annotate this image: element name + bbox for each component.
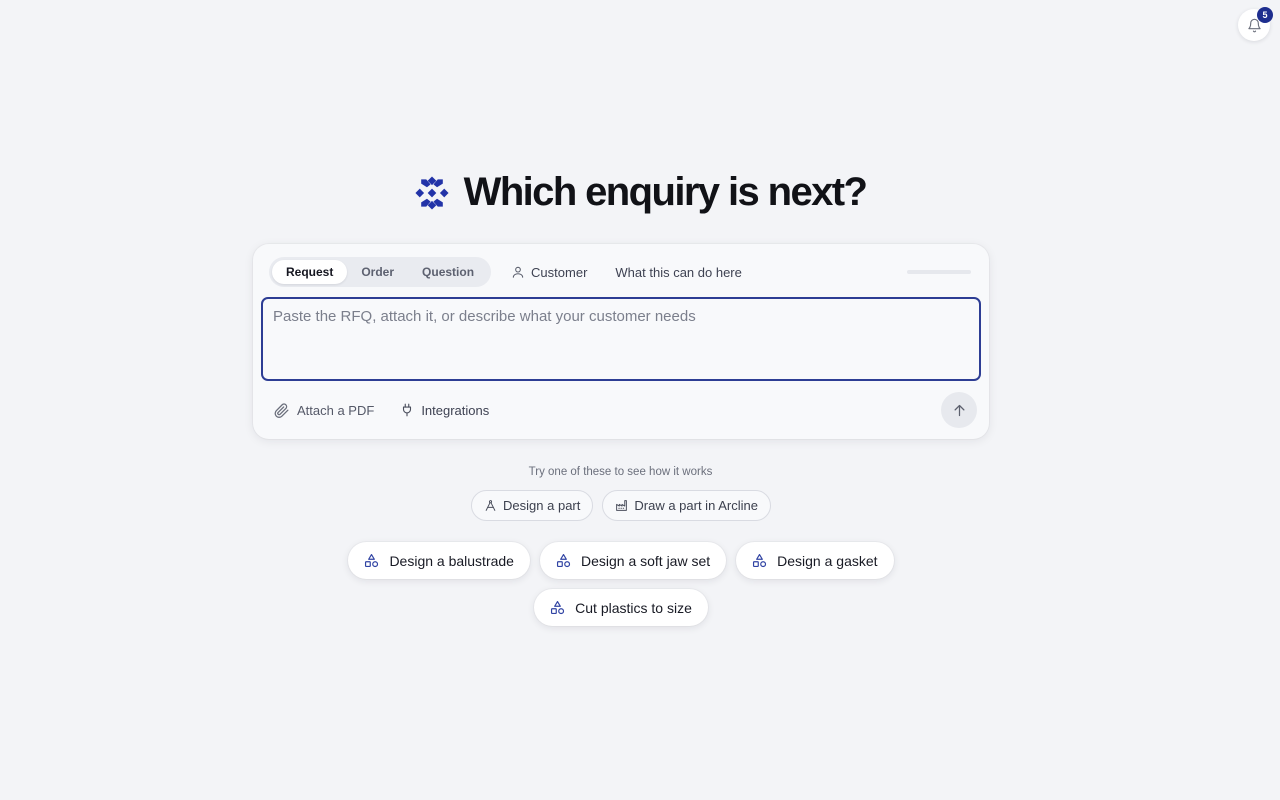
design-part-label: Design a part [503,498,581,513]
user-icon [512,266,524,278]
tab-order[interactable]: Order [347,260,408,284]
notification-count-badge: 5 [1257,7,1273,23]
integrations-button[interactable]: Integrations [400,403,489,418]
example-cut-plastics[interactable]: Cut plastics to size [534,589,708,626]
enquiry-input-placeholder: Paste the RFQ, attach it, or describe wh… [273,308,696,325]
attach-pdf-button[interactable]: Attach a PDF [273,402,374,419]
factory-icon [616,500,628,511]
help-label: What this can do here [615,264,742,280]
shapes-icon [556,553,571,568]
brand-logo-icon [415,175,449,210]
example-balustrade[interactable]: Design a balustrade [348,542,530,579]
composer-toolbar: Request Order Question Customer What thi… [269,257,971,287]
customer-label: Customer [531,264,588,280]
example-soft-jaw-set-label: Design a soft jaw set [580,552,711,569]
paperclip-icon [274,402,289,418]
example-cut-plastics-label: Cut plastics to size [575,599,692,616]
enquiry-composer: Request Order Question Customer What thi… [253,244,989,439]
help-link[interactable]: What this can do here [615,265,741,280]
shapes-icon [551,600,565,615]
design-part-chip[interactable]: Design a part [471,490,594,521]
example-prompts-row-2: Cut plastics to size [0,589,1280,626]
example-soft-jaw-set[interactable]: Design a soft jaw set [539,542,727,579]
mode-tabs: Request Order Question [269,257,492,287]
compass-icon [485,500,496,511]
plug-icon [403,403,412,417]
customer-button[interactable]: Customer [511,265,587,280]
example-gasket-label: Design a gasket [777,552,878,569]
page-title: Which enquiry is next? [463,170,868,214]
send-button[interactable] [941,392,977,428]
shapes-icon [365,553,379,568]
tab-request[interactable]: Request [272,260,348,284]
enquiry-input[interactable]: Paste the RFQ, attach it, or describe wh… [261,297,981,381]
draw-arcline-label: Draw a part in Arcline [634,498,758,513]
notifications-button[interactable]: 5 [1238,7,1273,41]
tab-question[interactable]: Question [408,260,488,284]
hero-heading: Which enquiry is next? [0,170,1280,215]
example-gasket[interactable]: Design a gasket [736,542,894,579]
integrations-label: Integrations [421,402,490,418]
draw-arcline-chip[interactable]: Draw a part in Arcline [602,490,771,521]
loading-placeholder [907,270,971,274]
example-prompts-row-1: Design a balustrade Design a soft jaw se… [0,542,1280,579]
arrow-up-icon [954,404,964,416]
example-balustrade-label: Design a balustrade [389,552,514,569]
composer-actions: Attach a PDF Integrations [273,391,977,429]
attach-pdf-label: Attach a PDF [297,402,375,418]
quick-actions: Design a part Draw a part in Arcline [0,490,1280,521]
suggestions-caption: Try one of these to see how it works [528,466,713,478]
shapes-icon [753,553,767,568]
